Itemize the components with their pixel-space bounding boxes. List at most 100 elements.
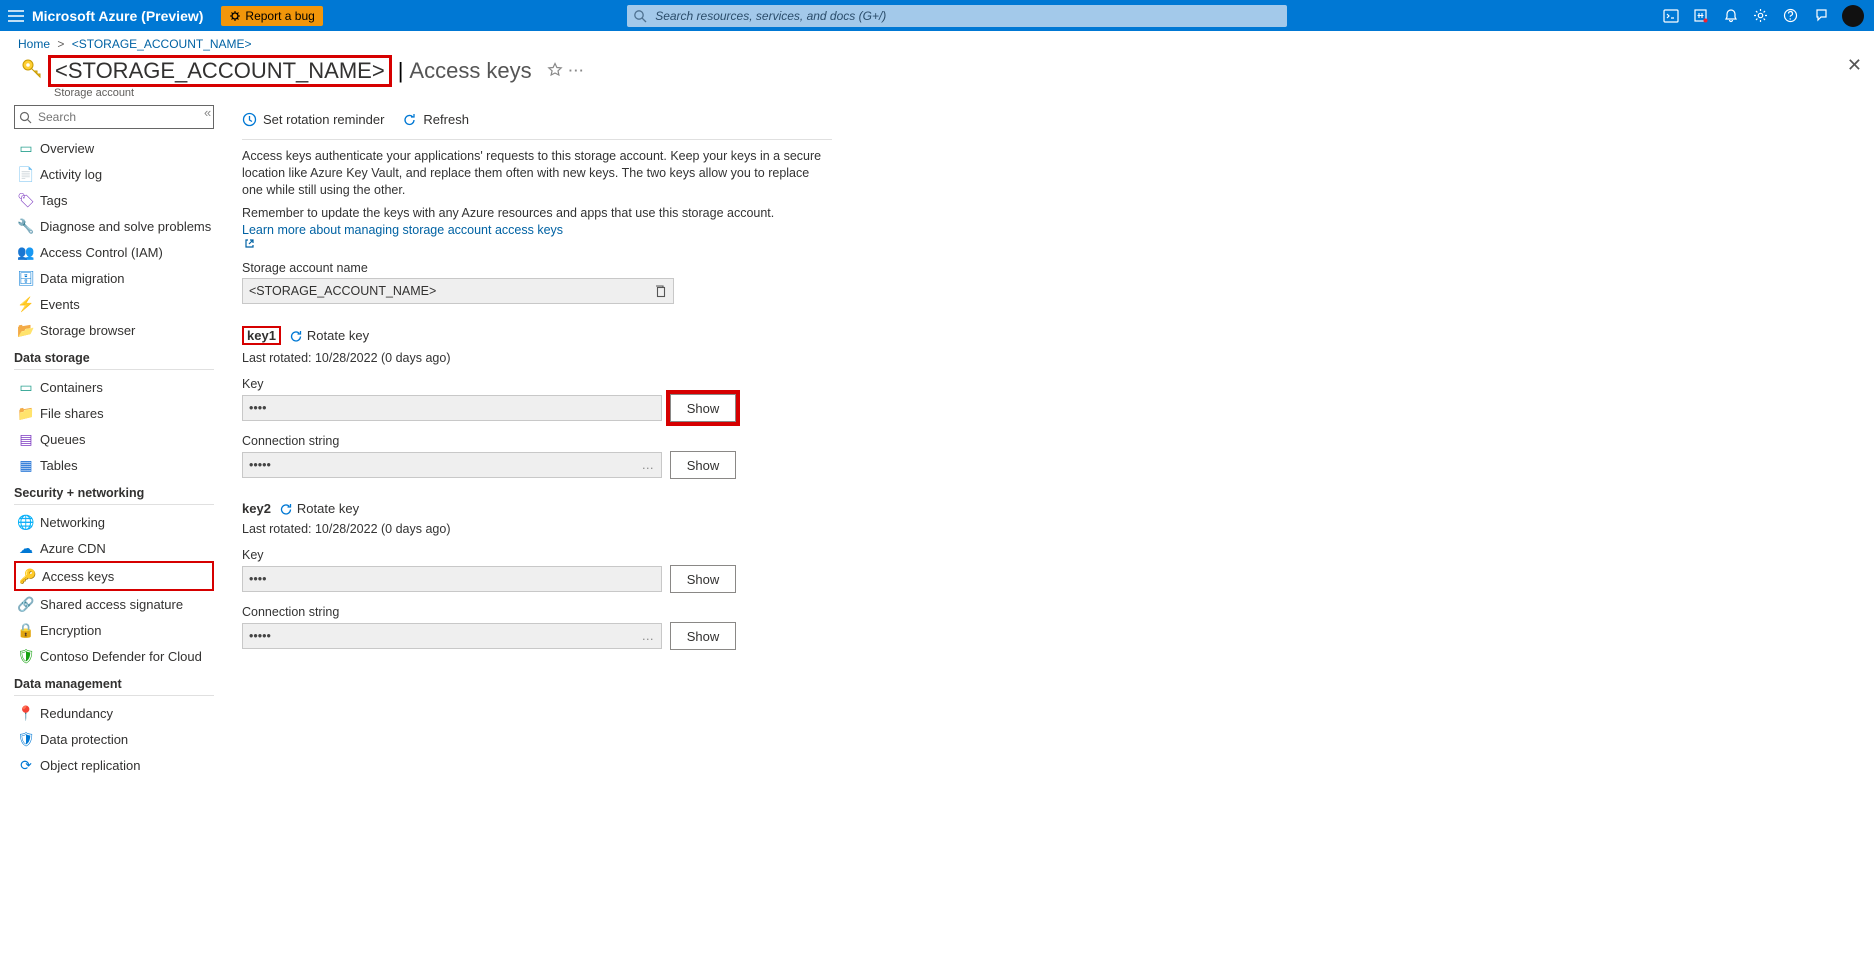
containers-icon: ▭ <box>16 379 36 396</box>
sidebar-item-data-protection[interactable]: 🛡Data protection <box>14 726 214 752</box>
key2-key-show-button[interactable]: Show <box>670 565 736 593</box>
set-rotation-reminder-button[interactable]: Set rotation reminder <box>242 112 384 127</box>
collapse-sidebar-icon[interactable]: « <box>204 105 211 120</box>
key2-conn-show-button[interactable]: Show <box>670 622 736 650</box>
queues-icon: ▤ <box>16 431 36 448</box>
key1-last-rotated: Last rotated: 10/28/2022 (0 days ago) <box>242 351 1062 365</box>
rotate-label: Rotate key <box>307 328 369 343</box>
cloud-shell-icon[interactable] <box>1656 0 1686 31</box>
rotate-icon <box>289 329 303 343</box>
sidebar-item-label: Overview <box>40 141 94 156</box>
report-bug-button[interactable]: Report a bug <box>221 6 322 26</box>
sidebar-item-diagnose[interactable]: 🔧 Diagnose and solve problems <box>14 213 214 239</box>
activity-log-icon: 📄 <box>16 166 36 183</box>
sidebar-item-label: Shared access signature <box>40 597 183 612</box>
sidebar-item-object-replication[interactable]: ⟳Object replication <box>14 752 214 778</box>
sidebar-item-label: Azure CDN <box>40 541 106 556</box>
sidebar-item-label: Redundancy <box>40 706 113 721</box>
breadcrumb-item[interactable]: <STORAGE_ACCOUNT_NAME> <box>72 37 252 51</box>
sidebar-item-events[interactable]: ⚡ Events <box>14 291 214 317</box>
avatar[interactable] <box>1842 5 1864 27</box>
networking-icon: 🌐 <box>16 514 36 531</box>
sidebar-item-azure-cdn[interactable]: ☁Azure CDN <box>14 535 214 561</box>
global-search-input[interactable] <box>653 8 1287 24</box>
sidebar-item-label: Diagnose and solve problems <box>40 219 211 234</box>
sidebar-item-label: Tags <box>40 193 67 208</box>
replication-icon: ⟳ <box>16 757 36 774</box>
sidebar-item-defender[interactable]: 🛡 Contoso Defender for Cloud <box>14 643 214 669</box>
sidebar-item-file-shares[interactable]: 📁File shares <box>14 400 214 426</box>
sidebar-item-encryption[interactable]: 🔒 Encryption <box>14 617 214 643</box>
breadcrumb-home[interactable]: Home <box>18 37 50 51</box>
key2-rotate-button[interactable]: Rotate key <box>279 501 359 516</box>
help-icon[interactable] <box>1776 0 1806 31</box>
search-icon <box>15 111 36 124</box>
sidebar-item-label: Access Control (IAM) <box>40 245 163 260</box>
sidebar-item-data-migration[interactable]: 🗄Data migration <box>14 265 214 291</box>
san-value: <STORAGE_ACCOUNT_NAME> <box>249 284 436 298</box>
clock-icon <box>242 112 257 127</box>
sidebar-item-label: Storage browser <box>40 323 135 338</box>
sidebar-item-label: Tables <box>40 458 78 473</box>
tables-icon: ▦ <box>16 457 36 474</box>
copy-icon[interactable] <box>654 284 667 298</box>
sidebar-item-label: Access keys <box>42 569 114 584</box>
key1-key-show-button[interactable]: Show <box>670 394 736 422</box>
overview-icon: ▭ <box>16 140 36 157</box>
content: Set rotation reminder Refresh Access key… <box>220 99 1062 778</box>
global-search[interactable] <box>627 5 1287 27</box>
sidebar-item-label: Activity log <box>40 167 102 182</box>
sidebar-item-label: Events <box>40 297 80 312</box>
sidebar-item-access-keys[interactable]: 🔑 Access keys <box>14 561 214 591</box>
sidebar-item-sas[interactable]: 🔗Shared access signature <box>14 591 214 617</box>
sidebar-item-storage-browser[interactable]: 📂Storage browser <box>14 317 214 343</box>
page-name: Access keys <box>409 58 531 84</box>
key2-name: key2 <box>242 501 271 516</box>
sidebar-item-label: Containers <box>40 380 103 395</box>
hamburger-icon[interactable] <box>0 10 32 22</box>
key1-header: key1 Rotate key <box>242 326 1062 345</box>
settings-icon[interactable] <box>1746 0 1776 31</box>
refresh-button[interactable]: Refresh <box>402 112 469 127</box>
directories-icon[interactable] <box>1686 0 1716 31</box>
sidebar-item-containers[interactable]: ▭ Containers <box>14 374 214 400</box>
account-name-title: <STORAGE_ACCOUNT_NAME> <box>55 58 385 83</box>
favorite-star-icon[interactable] <box>544 62 566 78</box>
key1-rotate-button[interactable]: Rotate key <box>289 328 369 343</box>
key-icon <box>18 55 46 83</box>
close-icon[interactable]: ✕ <box>1843 51 1866 80</box>
sidebar-item-networking[interactable]: 🌐Networking <box>14 509 214 535</box>
sidebar-item-tables[interactable]: ▦ Tables <box>14 452 214 478</box>
notifications-icon[interactable] <box>1716 0 1746 31</box>
key2-key-value: •••• <box>242 566 662 592</box>
shield-icon: 🛡 <box>16 648 36 665</box>
diagnose-icon: 🔧 <box>16 218 36 235</box>
sidebar-item-label: Encryption <box>40 623 101 638</box>
key1-key-label: Key <box>242 377 1062 391</box>
sidebar-item-iam[interactable]: 👥 Access Control (IAM) <box>14 239 214 265</box>
sidebar-item-activity-log[interactable]: 📄 Activity log <box>14 161 214 187</box>
lock-icon: 🔒 <box>16 622 36 639</box>
sidebar-search-input[interactable] <box>36 109 213 125</box>
sidebar-search[interactable] <box>14 105 214 129</box>
intro-para-1: Access keys authenticate your applicatio… <box>242 148 822 199</box>
iam-icon: 👥 <box>16 244 36 261</box>
learn-more-link[interactable]: Learn more about managing storage accoun… <box>242 223 822 250</box>
brand[interactable]: Microsoft Azure (Preview) <box>32 8 221 24</box>
sidebar-item-tags[interactable]: 🏷Tags <box>14 187 214 213</box>
page-title-row: <STORAGE_ACCOUNT_NAME> | Access keys ···… <box>0 51 1874 99</box>
sidebar-item-redundancy[interactable]: 📍Redundancy <box>14 700 214 726</box>
more-icon[interactable]: ··· <box>566 63 588 78</box>
group-security: Security + networking <box>14 486 214 500</box>
sidebar-item-overview[interactable]: ▭ Overview <box>14 135 214 161</box>
events-icon: ⚡ <box>16 296 36 313</box>
top-icons <box>1656 0 1874 31</box>
feedback-icon[interactable] <box>1806 0 1836 31</box>
sidebar-item-label: Queues <box>40 432 86 447</box>
key1-conn-show-button[interactable]: Show <box>670 451 736 479</box>
key-icon: 🔑 <box>18 568 38 585</box>
sidebar-item-label: Contoso Defender for Cloud <box>40 649 202 664</box>
intro-para-2: Remember to update the keys with any Azu… <box>242 205 822 250</box>
rotate-icon <box>279 502 293 516</box>
sidebar-item-queues[interactable]: ▤ Queues <box>14 426 214 452</box>
